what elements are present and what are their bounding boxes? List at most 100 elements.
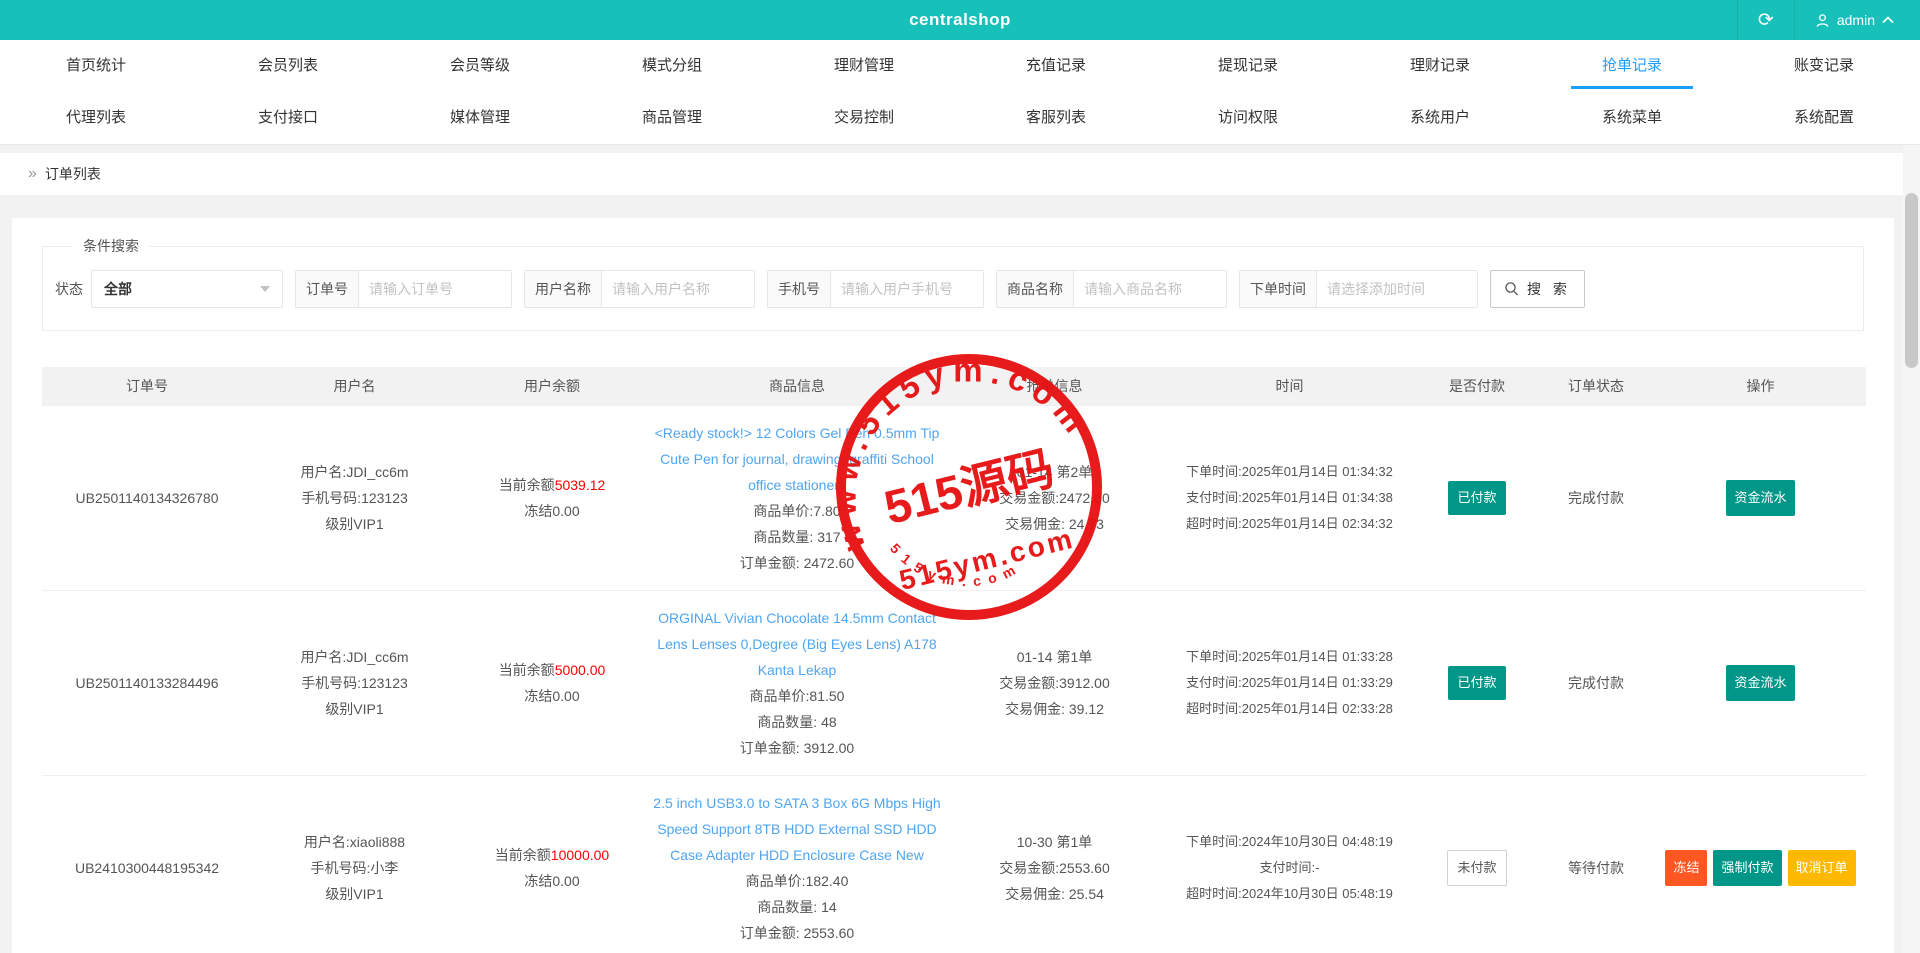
product-info: <Ready stock!> 12 Colors Gel Pen 0.5mm T… (647, 405, 947, 590)
nav-item-grab-records[interactable]: 抢单记录 (1536, 40, 1728, 92)
status-label: 状态 (55, 279, 83, 299)
nav-item-mode-group[interactable]: 模式分组 (576, 40, 768, 92)
product-qty-line: 商品数量: 14 (651, 894, 943, 920)
table-row: UB2501140134326780 用户名:JDI_cc6m 手机号码:123… (42, 405, 1866, 590)
phone-input[interactable] (831, 271, 983, 307)
grab-seq-line: 01-14 第1单 (951, 644, 1158, 670)
grab-amount-line: 交易金额:2553.60 (951, 855, 1158, 881)
order-list-panel: 条件搜索 状态 全部 订单号 用户名称 手 (12, 218, 1894, 953)
user-menu-button[interactable]: admin (1795, 0, 1920, 40)
col-username: 用户名 (252, 367, 457, 405)
nav-item-home-stats[interactable]: 首页统计 (0, 40, 192, 92)
order-status: 等待付款 (1537, 775, 1655, 953)
app-title: centralshop (909, 10, 1011, 30)
nav-row-1: 首页统计 会员列表 会员等级 模式分组 理财管理 充值记录 提现记录 理财记录 … (0, 40, 1920, 92)
product-name-input[interactable] (1074, 271, 1226, 307)
nav-item-finance-records[interactable]: 理财记录 (1344, 40, 1536, 92)
nav-item-agent-list[interactable]: 代理列表 (0, 92, 192, 144)
order-time-line: 下单时间:2025年01月14日 01:34:32 (1166, 459, 1413, 485)
username-filter: 用户名称 (524, 270, 755, 308)
nav-item-member-list[interactable]: 会员列表 (192, 40, 384, 92)
grab-info: 01-14 第1单 交易金额:3912.00 交易佣金: 39.12 (947, 590, 1162, 775)
product-qty-line: 商品数量: 48 (651, 709, 943, 735)
order-time-input[interactable] (1317, 271, 1477, 307)
col-actions: 操作 (1655, 367, 1866, 405)
order-no-input[interactable] (359, 271, 511, 307)
nav-item-account-change-records[interactable]: 账变记录 (1728, 40, 1920, 92)
scrollbar-thumb[interactable] (1905, 193, 1918, 368)
order-no: UB2501140133284496 (42, 590, 252, 775)
nav-item-access-rights[interactable]: 访问权限 (1152, 92, 1344, 144)
nav-item-system-menu[interactable]: 系统菜单 (1536, 92, 1728, 144)
nav-item-member-level[interactable]: 会员等级 (384, 40, 576, 92)
freeze-button[interactable]: 冻结 (1665, 850, 1707, 886)
user-icon (1815, 13, 1830, 28)
timeout-time-line: 超时时间:2025年01月14日 02:33:28 (1166, 696, 1413, 722)
user-name: admin (1837, 12, 1875, 28)
balance-value: 10000.00 (551, 847, 609, 863)
user-level-line: 级别VIP1 (256, 511, 453, 537)
time-info: 下单时间:2025年01月14日 01:34:32 支付时间:2025年01月1… (1162, 405, 1417, 590)
frozen-value: 冻结0.00 (461, 683, 643, 709)
product-title-link[interactable]: <Ready stock!> 12 Colors Gel Pen 0.5mm T… (651, 420, 943, 498)
breadcrumb: » 订单列表 (0, 153, 1920, 195)
refresh-button[interactable]: ⟳ (1737, 0, 1795, 40)
fund-flow-button[interactable]: 资金流水 (1726, 665, 1794, 701)
phone-filter: 手机号 (767, 270, 984, 308)
username-input[interactable] (602, 271, 754, 307)
nav-item-payment-api[interactable]: 支付接口 (192, 92, 384, 144)
balance-label: 当前余额 (495, 847, 551, 863)
user-name-line: 用户名:xiaoli888 (256, 829, 453, 855)
status-badge: 未付款 (1447, 850, 1506, 886)
search-button-label: 搜 索 (1527, 279, 1571, 299)
product-title-link[interactable]: ORGINAL Vivian Chocolate 14.5mm Contact … (651, 605, 943, 683)
paid-cell: 未付款 (1417, 775, 1537, 953)
grab-amount-line: 交易金额:3912.00 (951, 670, 1158, 696)
order-no: UB2410300448195342 (42, 775, 252, 953)
nav-item-system-config[interactable]: 系统配置 (1728, 92, 1920, 144)
admin-app: centralshop ⟳ admin 首页统计 会员列表 会员等级 模式分 (0, 0, 1920, 953)
nav-item-system-users[interactable]: 系统用户 (1344, 92, 1536, 144)
status-select[interactable]: 全部 (91, 270, 283, 308)
timeout-time-line: 超时时间:2024年10月30日 05:48:19 (1166, 881, 1413, 907)
col-order-status: 订单状态 (1537, 367, 1655, 405)
fund-flow-button[interactable]: 资金流水 (1726, 480, 1794, 516)
product-name-filter: 商品名称 (996, 270, 1227, 308)
status-badge: 已付款 (1448, 481, 1505, 515)
balance-info: 当前余额5000.00 冻结0.00 (457, 590, 647, 775)
nav-item-service-list[interactable]: 客服列表 (960, 92, 1152, 144)
col-product-info: 商品信息 (647, 367, 947, 405)
cancel-order-button[interactable]: 取消订单 (1788, 850, 1856, 886)
nav-item-product-manage[interactable]: 商品管理 (576, 92, 768, 144)
user-name-line: 用户名:JDI_cc6m (256, 644, 453, 670)
table-row: UB2410300448195342 用户名:xiaoli888 手机号码:小李… (42, 775, 1866, 953)
col-grab-info: 抢单信息 (947, 367, 1162, 405)
order-no: UB2501140134326780 (42, 405, 252, 590)
timeout-time-line: 超时时间:2025年01月14日 02:34:32 (1166, 511, 1413, 537)
nav-item-media-manage[interactable]: 媒体管理 (384, 92, 576, 144)
top-bar: centralshop ⟳ admin (0, 0, 1920, 40)
nav-item-finance-manage[interactable]: 理财管理 (768, 40, 960, 92)
pay-time-line: 支付时间:2025年01月14日 01:33:29 (1166, 670, 1413, 696)
phone-label: 手机号 (768, 271, 831, 307)
table-row: UB2501140133284496 用户名:JDI_cc6m 手机号码:123… (42, 590, 1866, 775)
nav-item-withdraw-records[interactable]: 提现记录 (1152, 40, 1344, 92)
grab-info: 01-14 第2单 交易金额:2472.60 交易佣金: 24.73 (947, 405, 1162, 590)
product-amount-line: 订单金额: 3912.00 (651, 735, 943, 761)
order-status: 完成付款 (1537, 590, 1655, 775)
nav-item-recharge-records[interactable]: 充值记录 (960, 40, 1152, 92)
nav-item-trade-control[interactable]: 交易控制 (768, 92, 960, 144)
search-button[interactable]: 搜 索 (1490, 270, 1585, 308)
col-time: 时间 (1162, 367, 1417, 405)
col-paid: 是否付款 (1417, 367, 1537, 405)
user-name-line: 用户名:JDI_cc6m (256, 459, 453, 485)
user-info: 用户名:xiaoli888 手机号码:小李 级别VIP1 (252, 775, 457, 953)
product-title-link[interactable]: 2.5 inch USB3.0 to SATA 3 Box 6G Mbps Hi… (651, 790, 943, 868)
vertical-scrollbar[interactable] (1903, 145, 1920, 953)
user-phone-line: 手机号码:123123 (256, 670, 453, 696)
force-pay-button[interactable]: 强制付款 (1713, 850, 1781, 886)
status-badge: 已付款 (1448, 666, 1505, 700)
frozen-value: 冻结0.00 (461, 868, 643, 894)
nav-row-2: 代理列表 支付接口 媒体管理 商品管理 交易控制 客服列表 访问权限 系统用户 … (0, 92, 1920, 144)
username-label: 用户名称 (525, 271, 602, 307)
